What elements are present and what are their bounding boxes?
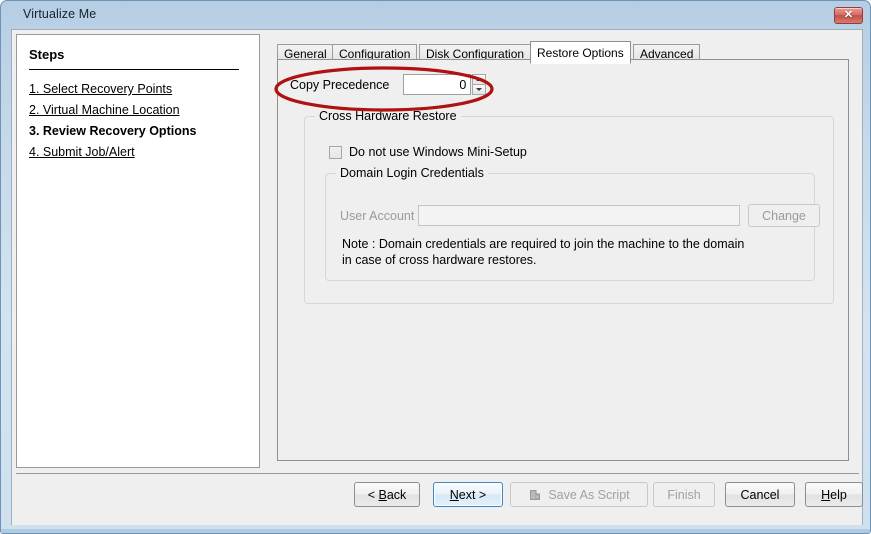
cross-hardware-restore-title: Cross Hardware Restore xyxy=(315,109,461,123)
next-button[interactable]: Next > xyxy=(433,482,503,507)
footer-divider xyxy=(16,473,859,474)
chevron-down-icon xyxy=(476,88,482,91)
user-account-label: User Account xyxy=(340,209,418,223)
stepper-up-button[interactable] xyxy=(472,74,486,85)
sidebar-item-review-recovery-options: 3. Review Recovery Options xyxy=(29,121,254,142)
domain-login-credentials-group: Domain Login Credentials User Account Ch… xyxy=(325,173,815,281)
close-icon: ✕ xyxy=(835,8,862,23)
chevron-up-icon xyxy=(476,78,482,81)
copy-precedence-stepper[interactable] xyxy=(403,74,486,95)
dialog-client-area: Steps 1. Select Recovery Points 2. Virtu… xyxy=(11,29,863,525)
steps-list: 1. Select Recovery Points 2. Virtual Mac… xyxy=(29,79,254,163)
back-button-label: < Back xyxy=(368,488,407,502)
virtualize-me-window: Virtualize Me ✕ Steps 1. Select Recovery… xyxy=(0,0,871,534)
stepper-buttons xyxy=(472,74,486,95)
domain-credentials-note: Note : Domain credentials are required t… xyxy=(342,236,744,268)
footer-button-bar: < Back Next > Save As Script Finish Canc… xyxy=(12,482,863,522)
finish-button: Finish xyxy=(653,482,715,507)
sidebar-item-virtual-machine-location[interactable]: 2. Virtual Machine Location xyxy=(29,100,254,121)
tab-panel: General Configuration Disk Configuration… xyxy=(267,34,859,468)
change-credentials-button[interactable]: Change xyxy=(748,204,820,227)
steps-sidebar: Steps 1. Select Recovery Points 2. Virtu… xyxy=(16,34,260,468)
help-button[interactable]: Help xyxy=(805,482,863,507)
help-button-label: Help xyxy=(821,488,847,502)
title-bar: Virtualize Me ✕ xyxy=(1,1,871,29)
user-account-row: User Account Change xyxy=(340,204,820,227)
tab-restore-options[interactable]: Restore Options xyxy=(530,41,631,64)
steps-heading: Steps xyxy=(29,47,64,62)
steps-divider xyxy=(29,69,239,70)
sidebar-item-select-recovery-points[interactable]: 1. Select Recovery Points xyxy=(29,79,254,100)
copy-precedence-row: Copy Precedence xyxy=(290,74,486,95)
save-as-script-button: Save As Script xyxy=(510,482,648,507)
user-account-input[interactable] xyxy=(418,205,740,226)
cancel-button[interactable]: Cancel xyxy=(725,482,795,507)
mini-setup-checkbox[interactable] xyxy=(329,146,342,159)
back-button[interactable]: < Back xyxy=(354,482,420,507)
copy-precedence-label: Copy Precedence xyxy=(290,78,389,92)
stepper-down-button[interactable] xyxy=(472,85,486,95)
cross-hardware-restore-group: Cross Hardware Restore Do not use Window… xyxy=(304,116,834,304)
next-button-label: Next > xyxy=(450,488,486,502)
mini-setup-checkbox-row[interactable]: Do not use Windows Mini-Setup xyxy=(329,145,527,159)
save-as-script-label: Save As Script xyxy=(548,488,629,502)
mini-setup-checkbox-label: Do not use Windows Mini-Setup xyxy=(349,145,527,159)
domain-login-credentials-title: Domain Login Credentials xyxy=(336,166,488,180)
window-title: Virtualize Me xyxy=(23,7,96,21)
script-icon xyxy=(528,488,542,502)
close-button[interactable]: ✕ xyxy=(834,7,863,24)
sidebar-item-submit-job-alert[interactable]: 4. Submit Job/Alert xyxy=(29,142,254,163)
copy-precedence-input[interactable] xyxy=(403,74,471,95)
restore-options-pane: Copy Precedence Cross Hardware Restore xyxy=(277,59,849,461)
